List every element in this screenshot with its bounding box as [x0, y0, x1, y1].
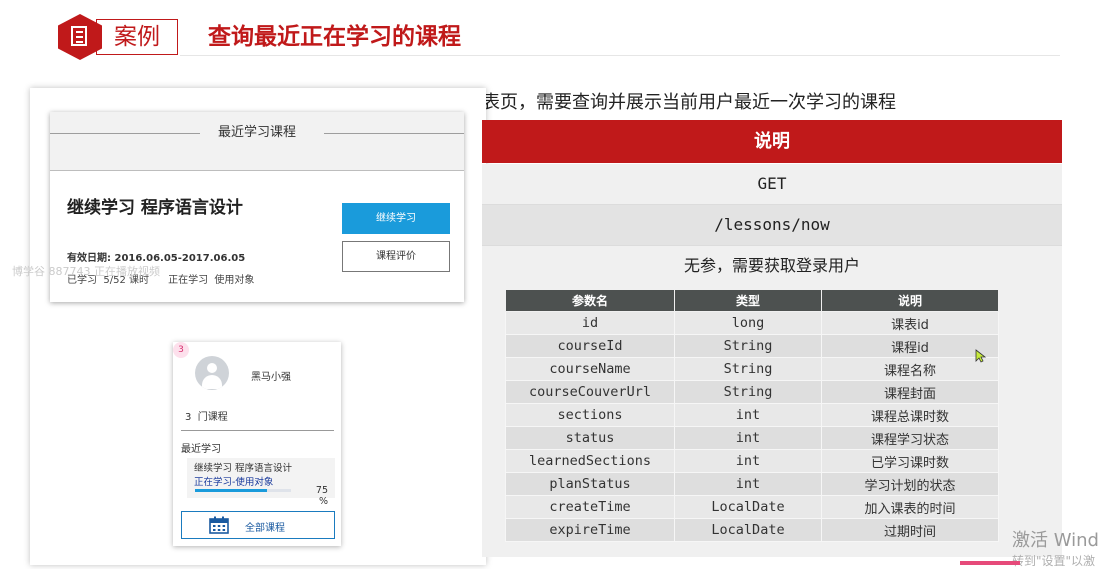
username: 黑马小强 [251, 372, 291, 383]
calendar-icon [209, 516, 229, 534]
progress-value: 75% [315, 485, 328, 507]
column-header: 参数名 [505, 289, 675, 312]
param-name-cell: expireTime [505, 518, 675, 542]
param-type-cell: String [674, 357, 822, 381]
param-name-cell: status [505, 426, 675, 450]
header-divider [180, 55, 1060, 56]
table-row: id long 课表id [505, 311, 999, 335]
param-desc-cell: 课程学习状态 [821, 426, 999, 450]
table-row: expireTime LocalDate 过期时间 [505, 518, 999, 542]
param-name-cell: planStatus [505, 472, 675, 496]
taskbar-mark [960, 561, 1020, 565]
param-desc-cell: 课程名称 [821, 357, 999, 381]
table-row: courseId String 课程id [505, 334, 999, 358]
column-header: 说明 [821, 289, 999, 312]
all-courses-button[interactable]: 全部课程 [181, 511, 335, 539]
param-type-cell: int [674, 403, 822, 427]
page-title: 查询最近正在学习的课程 [208, 24, 461, 50]
param-name-cell: courseName [505, 357, 675, 381]
param-type-cell: long [674, 311, 822, 335]
param-desc-cell: 课程封面 [821, 380, 999, 404]
param-desc-cell: 课程总课时数 [821, 403, 999, 427]
param-name-cell: learnedSections [505, 449, 675, 473]
param-name-cell: createTime [505, 495, 675, 519]
api-method: GET [482, 164, 1062, 205]
param-name-cell: courseId [505, 334, 675, 358]
param-type-cell: LocalDate [674, 518, 822, 542]
recent-course-name: 继续学习 程序语言设计 [194, 463, 293, 474]
param-desc-cell: 过期时间 [821, 518, 999, 542]
api-params-note: 无参，需要获取登录用户 [482, 246, 1062, 287]
avatar-icon [195, 356, 229, 390]
all-courses-label: 全部课程 [245, 523, 285, 534]
card-title: 最近学习课程 [217, 125, 296, 140]
table-row: createTime LocalDate 加入课表的时间 [505, 495, 999, 519]
windows-activation-text: 激活 Wind [1012, 530, 1099, 551]
param-name-cell: sections [505, 403, 675, 427]
param-type-cell: int [674, 426, 822, 450]
api-table-title: 说明 [482, 120, 1062, 163]
param-desc-cell: 课表id [821, 311, 999, 335]
table-row: courseName String 课程名称 [505, 357, 999, 381]
api-path: /lessons/now [482, 205, 1062, 246]
param-name-cell: courseCouverUrl [505, 380, 675, 404]
param-desc-cell: 学习计划的状态 [821, 472, 999, 496]
cursor-icon [975, 349, 987, 363]
param-type-cell: int [674, 472, 822, 496]
param-desc-cell: 加入课表的时间 [821, 495, 999, 519]
table-row: planStatus int 学习计划的状态 [505, 472, 999, 496]
param-desc-cell: 课程id [821, 334, 999, 358]
table-row: status int 课程学习状态 [505, 426, 999, 450]
continue-learning-button[interactable]: 继续学习 [342, 203, 450, 234]
ui-preview-panel: 最近学习课程 继续学习 程序语言设计 有效日期: 2016.06.05-2017… [30, 88, 486, 565]
param-type-cell: LocalDate [674, 495, 822, 519]
windows-activation-hint: 转到"设置"以激 [1012, 554, 1096, 568]
recent-course-item[interactable]: 继续学习 程序语言设计 正在学习-使用对象 [187, 458, 335, 498]
document-icon-shape [71, 26, 87, 46]
recent-label: 最近学习 [181, 444, 221, 455]
table-row: sections int 课程总课时数 [505, 403, 999, 427]
param-desc-cell: 已学习课时数 [821, 449, 999, 473]
table-row: courseCouverUrl String 课程封面 [505, 380, 999, 404]
course-review-button[interactable]: 课程评价 [342, 241, 450, 272]
watermark: 博学谷 887743 正在播放视频 [12, 265, 160, 278]
course-name: 继续学习 程序语言设计 [67, 198, 243, 218]
recent-course-status: 正在学习-使用对象 [194, 477, 274, 488]
params-table: 参数名 类型 说明 id long 课表id courseId String 课程id co… [505, 289, 999, 542]
count-badge: 3 [173, 342, 189, 358]
progress-bar [195, 489, 291, 492]
card-title-band: 最近学习课程 [50, 112, 464, 171]
intro-text: 表页，需要查询并展示当前用户最近一次学习的课程 [482, 92, 896, 113]
param-type-cell: int [674, 449, 822, 473]
table-row: learnedSections int 已学习课时数 [505, 449, 999, 473]
param-type-cell: String [674, 380, 822, 404]
course-count: 3 门课程 [185, 412, 228, 423]
divider [181, 430, 334, 431]
progress-fill [195, 489, 267, 492]
user-profile-card: 3 黑马小强 3 门课程 最近学习 继续学习 程序语言设计 正在学习-使用对象 … [173, 342, 341, 546]
case-tag: 案例 [96, 19, 178, 55]
param-name-cell: id [505, 311, 675, 335]
param-type-cell: String [674, 334, 822, 358]
valid-date: 有效日期: 2016.06.05-2017.06.05 [67, 253, 246, 264]
column-header: 类型 [674, 289, 822, 312]
